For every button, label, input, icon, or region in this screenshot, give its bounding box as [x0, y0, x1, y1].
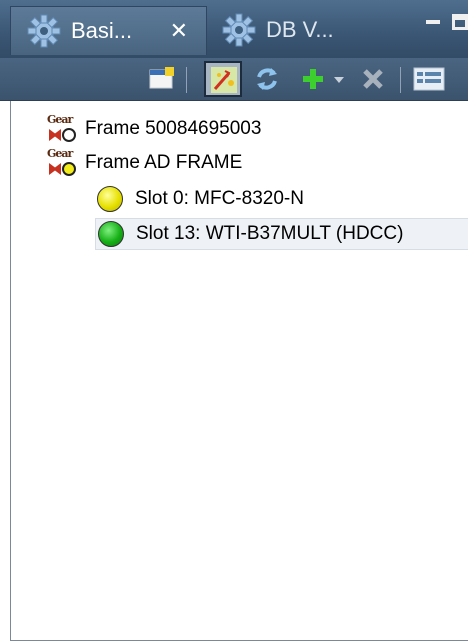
tree-item-slot-0[interactable]: Slot 0: MFC-8320-N [97, 183, 304, 215]
tab-label: DB V... [266, 17, 334, 42]
gear-frame-icon: Gear [47, 113, 77, 145]
gear-icon [27, 14, 61, 48]
auto-discover-toggle[interactable] [204, 61, 242, 97]
delete-icon[interactable] [358, 64, 388, 94]
toolbar-separator [400, 67, 401, 93]
tree-item-label: Frame 50084695003 [85, 118, 262, 139]
gear-icon [222, 13, 256, 47]
tree-item-label: Slot 13: WTI-B37MULT (HDCC) [136, 223, 404, 244]
status-led-yellow-icon [97, 186, 123, 212]
minimize-icon[interactable] [426, 20, 440, 24]
device-tree: Gear Frame 50084695003 Gear Frame AD FRA… [10, 101, 468, 641]
tree-item-frame-1[interactable]: Gear Frame 50084695003 [47, 113, 261, 145]
dropdown-arrow-icon[interactable] [330, 64, 348, 94]
tree-item-label: Slot 0: MFC-8320-N [135, 188, 304, 209]
toolbar [0, 58, 468, 101]
status-led-green-icon [98, 221, 124, 247]
tab-basic[interactable]: Basi... ✕ [10, 6, 207, 55]
close-icon[interactable]: ✕ [170, 18, 188, 44]
tab-bar: Basi... ✕ DB V... [0, 0, 468, 58]
refresh-icon[interactable] [252, 64, 282, 94]
new-window-icon[interactable] [146, 64, 176, 94]
toolbar-separator [186, 67, 187, 93]
tree-item-slot-13[interactable]: Slot 13: WTI-B37MULT (HDCC) [95, 218, 468, 250]
add-icon[interactable] [298, 64, 328, 94]
tree-item-frame-2[interactable]: Gear Frame AD FRAME [47, 147, 242, 179]
gear-frame-icon: Gear [47, 147, 77, 179]
auto-discover-icon [211, 67, 237, 93]
tab-db-view[interactable]: DB V... [222, 6, 362, 54]
tab-label: Basi... [71, 18, 133, 43]
maximize-icon[interactable] [452, 14, 468, 30]
layout-icon[interactable] [412, 64, 452, 94]
tree-item-label: Frame AD FRAME [85, 152, 243, 173]
